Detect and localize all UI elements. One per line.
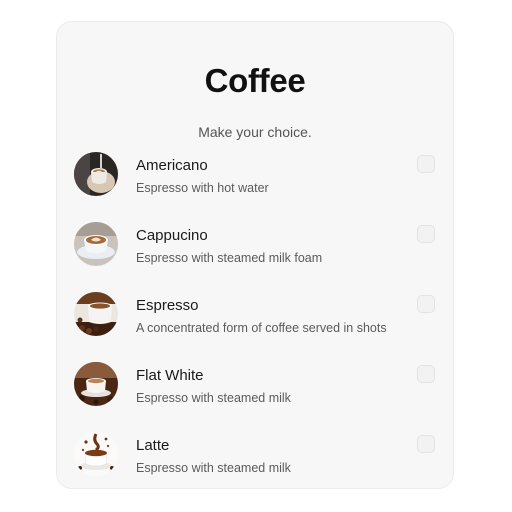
coffee-choice-card: Coffee Make your choice. Americano Espre… bbox=[56, 21, 454, 489]
option-name: Flat White bbox=[136, 367, 204, 384]
checkbox[interactable] bbox=[417, 225, 435, 243]
option-flat-white[interactable]: Flat White Espresso with steamed milk bbox=[74, 362, 439, 432]
checkbox[interactable] bbox=[417, 155, 435, 173]
option-description: Espresso with steamed milk foam bbox=[136, 251, 323, 265]
option-description: Espresso with hot water bbox=[136, 181, 269, 195]
option-name: Espresso bbox=[136, 297, 199, 314]
option-description: A concentrated form of coffee served in … bbox=[136, 321, 387, 335]
latte-photo-icon bbox=[74, 432, 118, 476]
espresso-photo-icon bbox=[74, 292, 118, 336]
page-title: Coffee bbox=[204, 62, 306, 99]
option-description: Espresso with steamed milk bbox=[136, 461, 291, 475]
option-name: Cappucino bbox=[136, 227, 208, 244]
americano-photo-icon bbox=[74, 152, 118, 196]
option-espresso[interactable]: Espresso A concentrated form of coffee s… bbox=[74, 292, 439, 362]
option-latte[interactable]: Latte Espresso with steamed milk bbox=[74, 432, 439, 488]
checkbox[interactable] bbox=[417, 435, 435, 453]
checkbox[interactable] bbox=[417, 365, 435, 383]
option-americano[interactable]: Americano Espresso with hot water bbox=[74, 152, 439, 222]
page-subtitle: Make your choice. bbox=[198, 124, 312, 140]
option-name: Americano bbox=[136, 157, 208, 174]
coffee-option-list: Americano Espresso with hot water Cappuc… bbox=[74, 152, 439, 488]
option-name: Latte bbox=[136, 437, 170, 454]
cappucino-photo-icon bbox=[74, 222, 118, 266]
flat-white-photo-icon bbox=[74, 362, 118, 406]
checkbox[interactable] bbox=[417, 295, 435, 313]
option-cappucino[interactable]: Cappucino Espresso with steamed milk foa… bbox=[74, 222, 439, 292]
option-description: Espresso with steamed milk bbox=[136, 391, 291, 405]
